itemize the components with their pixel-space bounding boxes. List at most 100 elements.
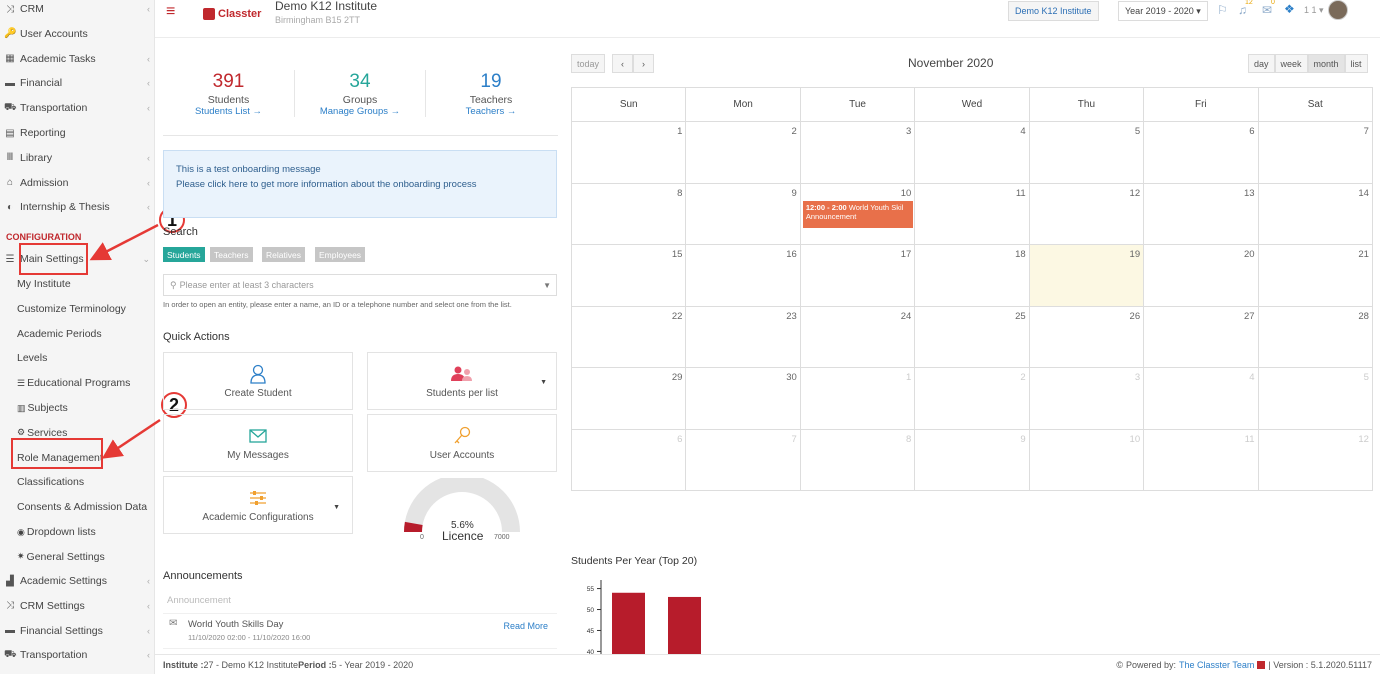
calendar-day-cell[interactable]: 21 [1257, 245, 1372, 306]
sidebar-item-0[interactable]: ⤨ CRM ‹ [0, 0, 155, 21]
institute-selector-button[interactable]: Demo K12 Institute [1008, 1, 1099, 21]
calendar-day-cell[interactable]: 17 [799, 245, 914, 306]
students-list-link[interactable]: Students List → [163, 106, 294, 117]
sidebar-item-3[interactable]: ▬ Financial ‹ [0, 71, 155, 95]
calendar-day-cell[interactable]: 11 [1143, 429, 1257, 490]
calendar-day-cell[interactable]: 22 [572, 307, 685, 368]
view-list-button[interactable]: list [1344, 54, 1368, 73]
calendar-day-cell[interactable]: 10 12:00 - 2:00 World Youth Skil Announcem… [799, 183, 914, 244]
calendar-day-cell[interactable]: 8 [572, 184, 685, 245]
calendar-day-cell[interactable]: 12 [1257, 429, 1372, 490]
flag-icon[interactable]: ⚐ [1217, 3, 1228, 17]
chart-bar[interactable] [612, 592, 645, 654]
academic-configurations-button[interactable]: Academic Configurations ▼ [163, 476, 353, 534]
calendar-day-cell[interactable]: 25 [914, 306, 1028, 367]
calendar-day-cell[interactable]: 2 [914, 368, 1028, 429]
calendar-day-cell[interactable]: 24 [799, 306, 914, 367]
calendar-day-cell[interactable]: 4 [1143, 368, 1257, 429]
search-input[interactable]: ⚲ Please enter at least 3 characters ▼ [163, 274, 557, 296]
calendar-day-cell[interactable]: 29 [572, 368, 685, 429]
sidebar-bottom-item-2[interactable]: ▬ Financial Settings ‹ [0, 619, 155, 643]
calendar-day-cell[interactable]: 3 [799, 122, 914, 183]
user-accounts-button[interactable]: User Accounts [367, 414, 557, 472]
calendar-day-cell[interactable]: 23 [685, 306, 799, 367]
search-tab-students[interactable]: Students [163, 247, 205, 262]
user-count[interactable]: 1 1 ▾ [1304, 5, 1324, 16]
view-day-button[interactable]: day [1248, 54, 1275, 73]
calendar-day-cell[interactable]: 5 [1257, 368, 1372, 429]
create-student-button[interactable]: Create Student [163, 352, 353, 410]
today-button[interactable]: today [571, 54, 606, 73]
classter-logo[interactable]: Classter [203, 8, 261, 20]
calendar-day-cell[interactable]: 9 [685, 183, 799, 244]
sidebar-sub-item-0[interactable]: My Institute [17, 272, 71, 296]
calendar-day-cell[interactable]: 6 [572, 430, 685, 491]
calendar-day-cell[interactable]: 13 [1143, 183, 1257, 244]
prev-month-button[interactable]: ‹ [612, 54, 634, 73]
calendar-day-cell[interactable]: 15 [572, 245, 685, 306]
sidebar-sub-item-10[interactable]: ◉ Dropdown lists [17, 520, 96, 544]
calendar-day-cell[interactable]: 4 [914, 122, 1028, 183]
year-selector-button[interactable]: Year 2019 - 2020 ▾ [1118, 1, 1208, 21]
avatar[interactable] [1328, 0, 1348, 20]
announcement-item[interactable]: ✉ World Youth Skills Day 11/10/2020 02:0… [163, 613, 557, 649]
day-number: 7 [1363, 126, 1369, 137]
teachers-link[interactable]: Teachers → [426, 106, 556, 117]
read-more-link[interactable]: Read More [503, 621, 548, 631]
calendar-day-cell[interactable]: 5 [1028, 122, 1143, 183]
calendar-day-cell[interactable]: 20 [1143, 245, 1257, 306]
search-tab-teachers[interactable]: Teachers [210, 247, 253, 262]
onboarding-message[interactable]: This is a test onboarding message Please… [163, 150, 557, 218]
students-per-list-button[interactable]: Students per list ▼ [367, 352, 557, 410]
sidebar-item-5[interactable]: ▤ Reporting [0, 121, 155, 145]
hamburger-menu-icon[interactable]: ≡ [166, 3, 175, 21]
calendar-day-cell[interactable]: 10 [1028, 429, 1143, 490]
view-week-button[interactable]: week [1274, 54, 1308, 73]
search-tab-employees[interactable]: Employees [315, 247, 366, 262]
calendar-day-cell[interactable]: 7 [1257, 122, 1372, 183]
dropdown-caret-icon[interactable]: ▼ [333, 504, 340, 511]
sidebar-item-2[interactable]: ▦ Academic Tasks ‹ [0, 47, 155, 71]
calendar-day-cell[interactable]: 28 [1257, 306, 1372, 367]
layers-icon[interactable]: ❖ [1284, 2, 1295, 16]
sidebar-item-6[interactable]: Ⅲ Library ‹ [0, 146, 155, 170]
sidebar-item-4[interactable]: ⛟ Transportation ‹ [0, 96, 155, 120]
calendar-day-cell[interactable]: 7 [685, 429, 799, 490]
calendar-event[interactable]: 12:00 - 2:00 World Youth Skil Announcemen… [802, 200, 913, 228]
onboarding-line-2[interactable]: Please click here to get more informatio… [176, 177, 544, 192]
chart-bar[interactable] [668, 596, 701, 654]
sidebar-bottom-item-0[interactable]: ▟ Academic Settings ‹ [0, 569, 155, 593]
calendar-day-cell[interactable]: 11 [914, 183, 1028, 244]
calendar-day-cell[interactable]: 19 [1028, 245, 1144, 306]
calendar-day-cell[interactable]: 9 [914, 429, 1028, 490]
sidebar-item-7[interactable]: ⌂ Admission ‹ [0, 171, 155, 195]
calendar-day-cell[interactable]: 2 [685, 122, 799, 183]
sidebar-sub-item-11[interactable]: ✷ General Settings [17, 545, 105, 569]
sidebar-sub-item-3[interactable]: Levels [17, 346, 47, 370]
view-month-button[interactable]: month [1307, 54, 1345, 73]
sidebar-sub-item-9[interactable]: Consents & Admission Data [17, 495, 147, 519]
calendar-day-cell[interactable]: 14 [1257, 183, 1372, 244]
sidebar-sub-item-5[interactable]: ▥ Subjects [17, 396, 68, 420]
manage-groups-link[interactable]: Manage Groups → [295, 106, 425, 117]
calendar-day-cell[interactable]: 26 [1028, 306, 1143, 367]
calendar-day-cell[interactable]: 27 [1143, 306, 1257, 367]
calendar-day-cell[interactable]: 16 [685, 245, 799, 306]
dropdown-caret-icon[interactable]: ▼ [540, 379, 547, 386]
calendar-day-cell[interactable]: 1 [799, 368, 914, 429]
calendar-day-cell[interactable]: 18 [914, 245, 1028, 306]
sidebar-item-1[interactable]: 🔑 User Accounts [0, 22, 155, 46]
sidebar-sub-item-8[interactable]: Classifications [17, 470, 84, 494]
my-messages-button[interactable]: My Messages [163, 414, 353, 472]
calendar-day-cell[interactable]: 1 [572, 122, 685, 183]
sidebar-bottom-item-3[interactable]: ⛟ Transportation ‹ [0, 643, 155, 667]
sidebar-bottom-item-1[interactable]: ⤨ CRM Settings ‹ [0, 594, 155, 618]
calendar-day-cell[interactable]: 30 [685, 368, 799, 429]
search-tab-relatives[interactable]: Relatives [262, 247, 305, 262]
footer-team-link[interactable]: The Classter Team [1179, 660, 1254, 670]
calendar-day-cell[interactable]: 6 [1143, 122, 1257, 183]
calendar-day-cell[interactable]: 3 [1028, 368, 1143, 429]
calendar-day-cell[interactable]: 12 [1028, 183, 1143, 244]
calendar-day-cell[interactable]: 8 [799, 429, 914, 490]
next-month-button[interactable]: › [633, 54, 655, 73]
